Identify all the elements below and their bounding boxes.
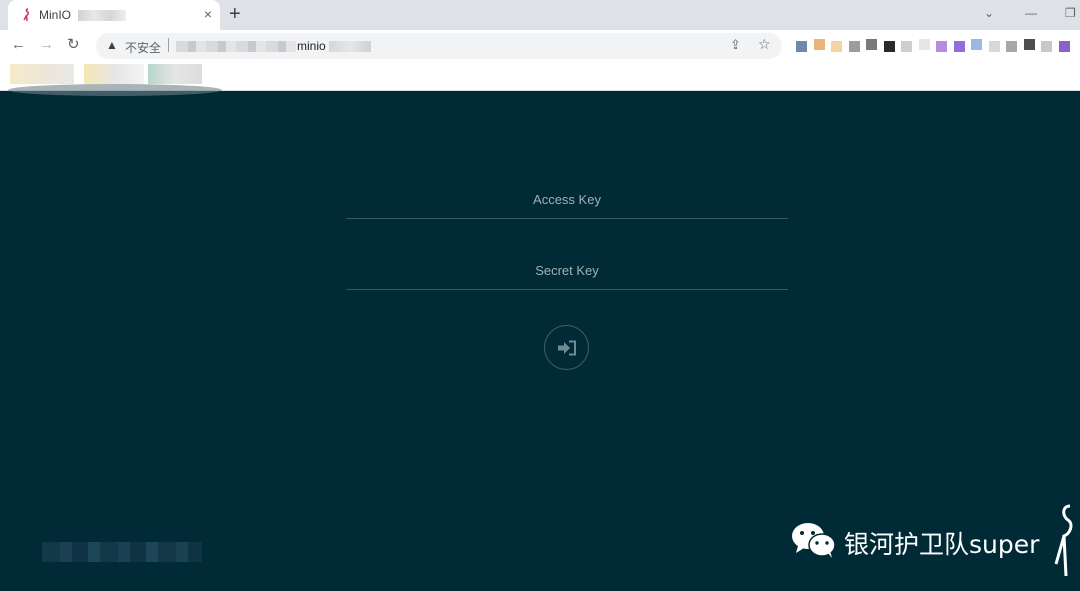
security-label[interactable]: 不安全 <box>125 39 161 56</box>
bookmark-item[interactable] <box>84 64 144 84</box>
reload-icon[interactable]: ↻ <box>67 36 80 54</box>
wechat-icon <box>792 523 836 558</box>
tab-strip: MinIO × + ⌄ — ❐ <box>0 0 1080 30</box>
extension-icon[interactable] <box>883 41 895 52</box>
bookmark-item[interactable] <box>10 64 74 84</box>
address-separator <box>168 38 169 52</box>
extension-icon[interactable] <box>831 41 842 52</box>
tab-title-redaction <box>78 10 126 21</box>
watermark-text: 银河护卫队super <box>844 530 1040 559</box>
minio-flamingo-icon <box>23 8 29 22</box>
extension-icon[interactable] <box>813 39 825 50</box>
extension-icon[interactable] <box>936 41 947 52</box>
extension-icon[interactable] <box>1023 39 1035 50</box>
minio-flamingo-logo <box>1054 504 1073 577</box>
footer-redaction <box>42 542 202 562</box>
login-button[interactable] <box>544 325 589 370</box>
new-tab-button[interactable]: + <box>229 3 241 25</box>
extension-icon[interactable] <box>901 41 912 52</box>
extension-icon[interactable] <box>971 39 982 50</box>
bookmark-star-icon[interactable]: ☆ <box>758 36 771 53</box>
minimize-icon[interactable]: — <box>1025 6 1037 20</box>
login-form <box>346 180 788 290</box>
close-tab-icon[interactable]: × <box>204 6 212 22</box>
share-icon[interactable]: ⇪ <box>730 37 741 53</box>
extensions-area <box>796 39 1080 61</box>
extension-icon[interactable] <box>988 41 1000 52</box>
extension-icon[interactable] <box>848 41 860 52</box>
bookmark-item[interactable] <box>148 64 202 84</box>
restore-icon[interactable]: ❐ <box>1065 6 1076 20</box>
tab-search-dropdown-icon[interactable]: ⌄ <box>984 6 994 20</box>
back-icon[interactable]: ← <box>11 36 26 54</box>
url-redaction-tail <box>329 41 371 52</box>
browser-tab[interactable]: MinIO × <box>8 0 220 30</box>
warning-icon[interactable]: ▲ <box>106 38 118 52</box>
tab-title: MinIO <box>39 8 72 22</box>
wechat-watermark: 银河护卫队super <box>790 504 1080 580</box>
access-key-field <box>346 180 788 219</box>
sign-in-icon <box>557 340 576 355</box>
forward-icon[interactable]: → <box>39 36 54 54</box>
access-key-input[interactable] <box>346 180 788 218</box>
url-redaction <box>176 41 296 52</box>
secret-key-field <box>346 251 788 290</box>
redaction-shadow <box>8 84 222 96</box>
address-bar[interactable]: ▲ 不安全 minio ⇪ ☆ <box>96 33 782 59</box>
browser-toolbar: ← → ↻ ▲ 不安全 minio ⇪ ☆ <box>0 30 1080 62</box>
extension-icon[interactable] <box>1058 41 1070 52</box>
extension-icon[interactable] <box>866 39 877 50</box>
extension-icon[interactable] <box>796 41 807 52</box>
extension-icon[interactable] <box>918 39 930 50</box>
secret-key-input[interactable] <box>346 251 788 289</box>
url-host: minio <box>297 39 326 53</box>
extension-icon[interactable] <box>1041 41 1052 52</box>
extension-icon[interactable] <box>1006 41 1017 52</box>
extension-icon[interactable] <box>953 41 965 52</box>
